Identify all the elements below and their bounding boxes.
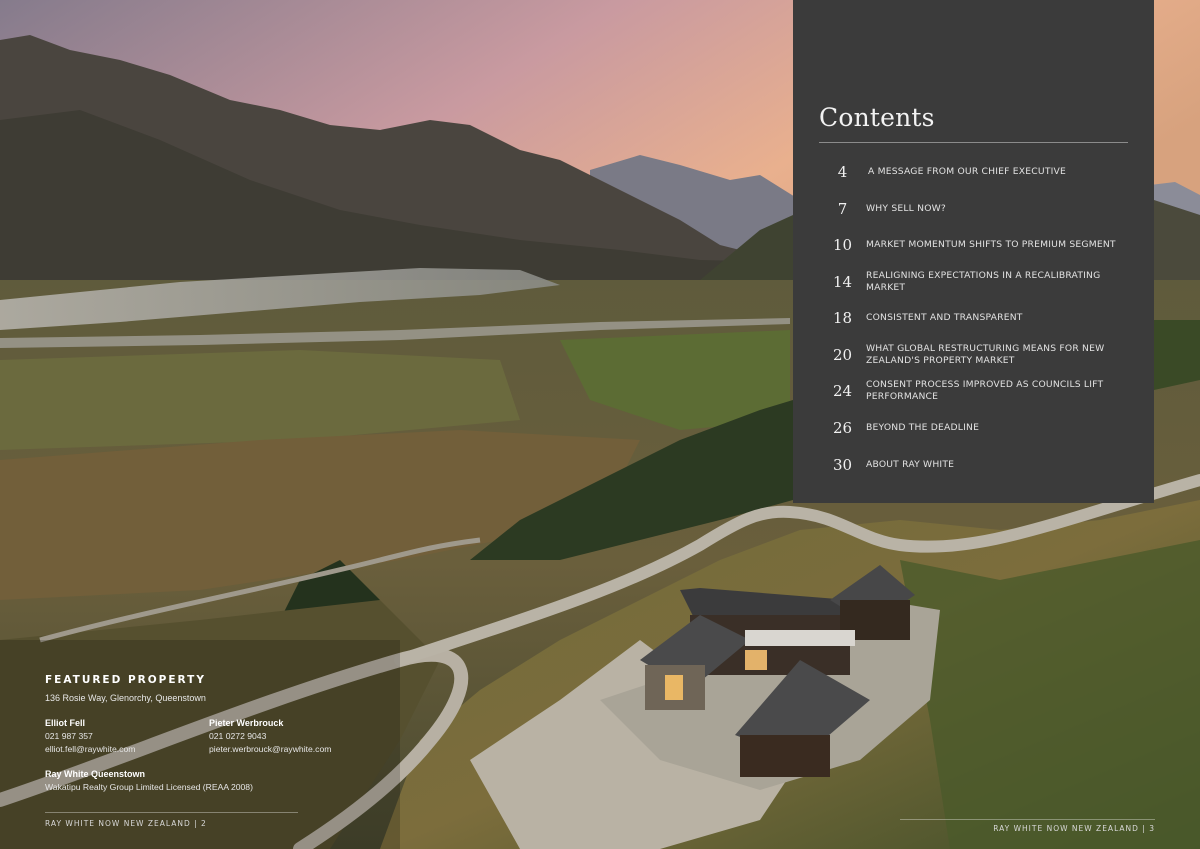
office-name: Ray White Queenstown: [45, 769, 146, 779]
toc-page-number: 18: [832, 309, 853, 327]
footer-left: RAY WHITE NOW NEW ZEALAND | 2: [45, 819, 207, 828]
toc-page-number: 30: [832, 456, 853, 474]
toc-item[interactable]: 14 REALIGNING EXPECTATIONS IN A RECALIBR…: [819, 265, 1134, 299]
toc-item[interactable]: 30 ABOUT RAY WHITE: [819, 448, 1134, 482]
toc-label: WHAT GLOBAL RESTRUCTURING MEANS FOR NEW …: [866, 343, 1105, 366]
toc-item[interactable]: 24 CONSENT PROCESS IMPROVED AS COUNCILS …: [819, 374, 1134, 408]
toc-label: BEYOND THE DEADLINE: [866, 422, 980, 433]
toc-page-number: 10: [832, 236, 853, 254]
agent-phone[interactable]: 021 0272 9043: [209, 730, 373, 743]
contents-panel: Contents 4 A MESSAGE FROM OUR CHIEF EXEC…: [793, 0, 1154, 503]
footer-right: RAY WHITE NOW NEW ZEALAND | 3: [993, 824, 1155, 833]
toc-item[interactable]: 4 A MESSAGE FROM OUR CHIEF EXECUTIVE: [819, 155, 1134, 189]
toc-page-number: 14: [832, 273, 853, 291]
toc-item[interactable]: 7 WHY SELL NOW?: [819, 192, 1134, 226]
toc-page-number: 24: [832, 382, 853, 400]
toc-item[interactable]: 18 CONSISTENT AND TRANSPARENT: [819, 301, 1134, 335]
toc-page-number: 4: [837, 163, 848, 181]
toc-label: MARKET MOMENTUM SHIFTS TO PREMIUM SEGMEN…: [866, 239, 1116, 250]
agent-email[interactable]: pieter.werbrouck@raywhite.com: [209, 743, 373, 756]
toc-label: REALIGNING EXPECTATIONS IN A RECALIBRATI…: [866, 270, 1101, 293]
featured-property: FEATURED PROPERTY 136 Rosie Way, Glenorc…: [45, 674, 373, 794]
toc-item[interactable]: 10 MARKET MOMENTUM SHIFTS TO PREMIUM SEG…: [819, 228, 1134, 262]
agent-email[interactable]: elliot.fell@raywhite.com: [45, 743, 209, 756]
toc-label: CONSENT PROCESS IMPROVED AS COUNCILS LIF…: [866, 379, 1104, 402]
office-info: Ray White Queenstown Wakatipu Realty Gro…: [45, 768, 373, 794]
agent-card: Pieter Werbrouck 021 0272 9043 pieter.we…: [209, 717, 373, 756]
toc-item[interactable]: 26 BEYOND THE DEADLINE: [819, 411, 1134, 445]
office-licence: Wakatipu Realty Group Limited Licensed (…: [45, 782, 253, 792]
featured-heading: FEATURED PROPERTY: [45, 674, 206, 686]
toc-label: WHY SELL NOW?: [866, 203, 946, 214]
contents-divider: [819, 142, 1128, 143]
toc-label: A MESSAGE FROM OUR CHIEF EXECUTIVE: [868, 166, 1067, 177]
agent-phone[interactable]: 021 987 357: [45, 730, 209, 743]
toc-page-number: 20: [832, 346, 853, 364]
toc-label: CONSISTENT AND TRANSPARENT: [866, 312, 1023, 323]
toc-item[interactable]: 20 WHAT GLOBAL RESTRUCTURING MEANS FOR N…: [819, 338, 1134, 372]
contents-title: Contents: [819, 103, 935, 132]
agent-list: Elliot Fell 021 987 357 elliot.fell@rayw…: [45, 717, 373, 756]
agent-name: Elliot Fell: [45, 718, 86, 728]
footer-divider-left: [45, 812, 298, 813]
toc-label: ABOUT RAY WHITE: [866, 459, 955, 470]
toc-page-number: 7: [837, 200, 848, 218]
agent-card: Elliot Fell 021 987 357 elliot.fell@rayw…: [45, 717, 209, 756]
property-address: 136 Rosie Way, Glenorchy, Queenstown: [45, 693, 206, 703]
toc-page-number: 26: [832, 419, 853, 437]
agent-name: Pieter Werbrouck: [209, 718, 284, 728]
footer-divider-right: [900, 819, 1155, 820]
